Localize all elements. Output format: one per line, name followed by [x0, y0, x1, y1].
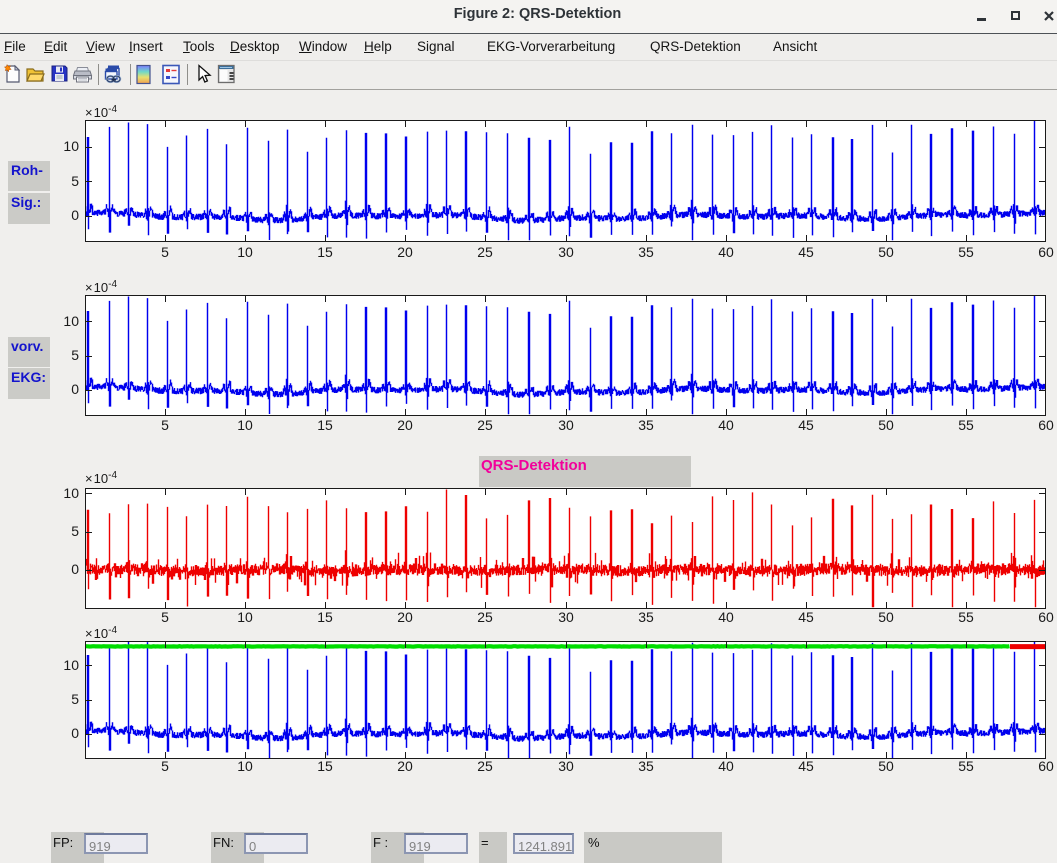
svg-text:5: 5 — [71, 523, 79, 539]
svg-text:15: 15 — [317, 758, 333, 774]
svg-text:10: 10 — [237, 417, 253, 433]
svg-text:0: 0 — [71, 725, 79, 741]
svg-text:5: 5 — [161, 417, 169, 433]
svg-text:55: 55 — [958, 244, 974, 260]
svg-text:5: 5 — [71, 173, 79, 189]
svg-text:0: 0 — [71, 207, 79, 223]
svg-text:35: 35 — [638, 417, 654, 433]
svg-text:20: 20 — [397, 244, 413, 260]
svg-text:× 10-4: × 10-4 — [85, 279, 117, 295]
svg-text:35: 35 — [638, 758, 654, 774]
svg-text:0: 0 — [71, 381, 79, 397]
svg-text:25: 25 — [477, 609, 493, 625]
svg-text:55: 55 — [958, 609, 974, 625]
svg-text:30: 30 — [558, 758, 574, 774]
svg-text:20: 20 — [397, 417, 413, 433]
svg-text:10: 10 — [63, 313, 79, 329]
svg-text:50: 50 — [878, 244, 894, 260]
svg-text:25: 25 — [477, 758, 493, 774]
svg-text:45: 45 — [798, 609, 814, 625]
svg-text:60: 60 — [1038, 244, 1054, 260]
svg-text:5: 5 — [161, 244, 169, 260]
svg-text:10: 10 — [237, 609, 253, 625]
svg-text:50: 50 — [878, 758, 894, 774]
svg-text:40: 40 — [718, 417, 734, 433]
svg-text:25: 25 — [477, 417, 493, 433]
svg-text:30: 30 — [558, 609, 574, 625]
svg-text:35: 35 — [638, 244, 654, 260]
svg-text:20: 20 — [397, 609, 413, 625]
svg-text:10: 10 — [63, 657, 79, 673]
svg-text:60: 60 — [1038, 609, 1054, 625]
svg-text:15: 15 — [317, 244, 333, 260]
svg-text:15: 15 — [317, 609, 333, 625]
svg-text:45: 45 — [798, 758, 814, 774]
svg-text:5: 5 — [161, 609, 169, 625]
svg-text:40: 40 — [718, 758, 734, 774]
svg-text:25: 25 — [477, 244, 493, 260]
svg-text:10: 10 — [63, 138, 79, 154]
svg-text:× 10-4: × 10-4 — [85, 470, 117, 486]
svg-text:40: 40 — [718, 244, 734, 260]
svg-text:55: 55 — [958, 417, 974, 433]
svg-text:50: 50 — [878, 609, 894, 625]
svg-text:5: 5 — [71, 691, 79, 707]
svg-text:55: 55 — [958, 758, 974, 774]
svg-text:60: 60 — [1038, 758, 1054, 774]
svg-text:20: 20 — [397, 758, 413, 774]
svg-text:30: 30 — [558, 417, 574, 433]
svg-text:15: 15 — [317, 417, 333, 433]
svg-text:45: 45 — [798, 417, 814, 433]
svg-text:35: 35 — [638, 609, 654, 625]
svg-text:5: 5 — [161, 758, 169, 774]
svg-text:10: 10 — [237, 244, 253, 260]
svg-text:45: 45 — [798, 244, 814, 260]
svg-text:40: 40 — [718, 609, 734, 625]
svg-text:10: 10 — [237, 758, 253, 774]
svg-text:0: 0 — [71, 561, 79, 577]
svg-text:× 10-4: × 10-4 — [85, 104, 117, 120]
svg-text:5: 5 — [71, 347, 79, 363]
svg-text:10: 10 — [63, 485, 79, 501]
svg-text:30: 30 — [558, 244, 574, 260]
svg-text:× 10-4: × 10-4 — [85, 625, 117, 641]
svg-text:60: 60 — [1038, 417, 1054, 433]
svg-text:50: 50 — [878, 417, 894, 433]
